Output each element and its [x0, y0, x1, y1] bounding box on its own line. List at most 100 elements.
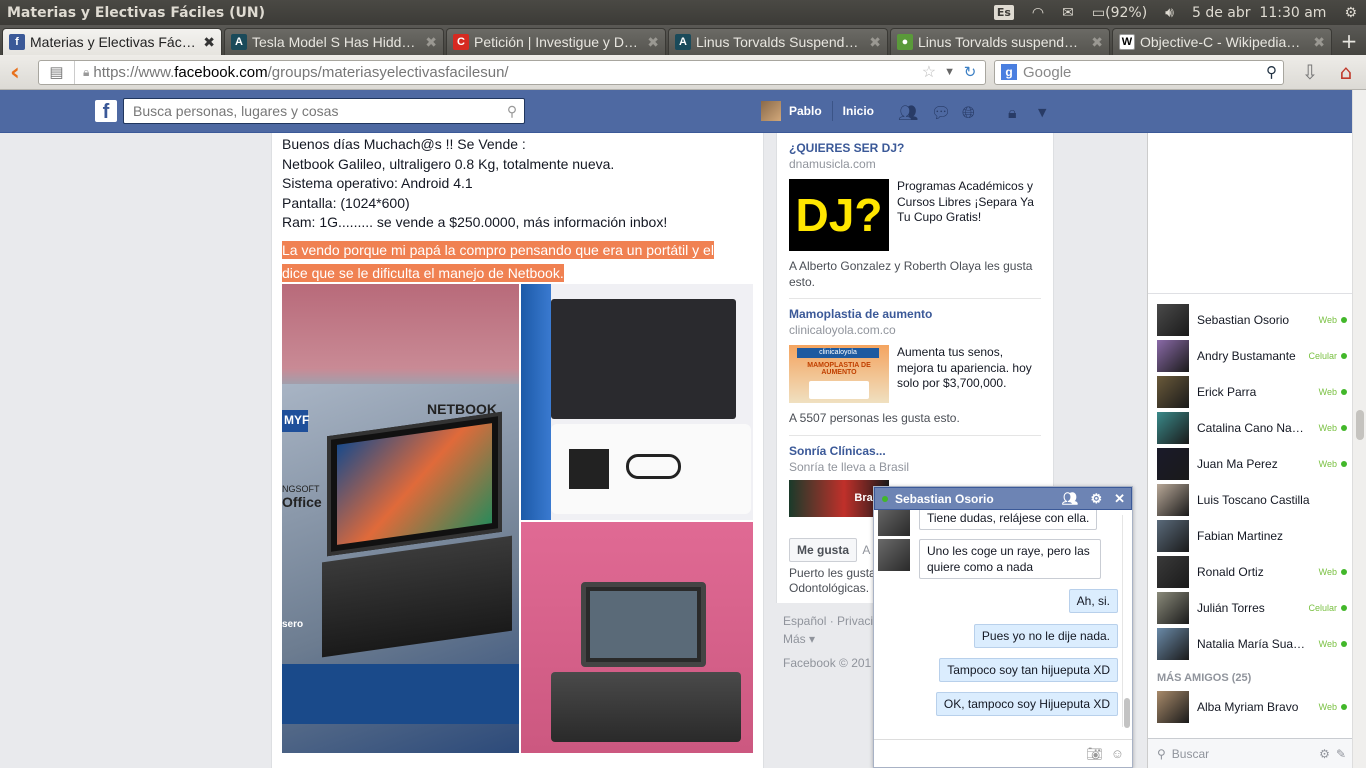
ad-image[interactable]: DJ? — [789, 179, 889, 251]
camera-icon[interactable]: 📷︎ — [1086, 746, 1103, 762]
close-icon[interactable]: ✕ — [1114, 491, 1125, 507]
avatar — [1157, 484, 1189, 516]
bookmark-star-icon[interactable]: ☆ — [922, 62, 936, 82]
friend-requests-icon[interactable]: 👥︎ — [898, 103, 918, 122]
footer-copyright: Facebook © 201 — [783, 656, 872, 670]
box-office-text: Office — [282, 494, 322, 510]
browser-tab[interactable]: A Linus Torvalds Suspend… ✖ — [668, 28, 888, 55]
friend-name: Julián Torres — [1197, 601, 1265, 615]
search-engine-box[interactable]: g Google ⚲ — [994, 59, 1284, 85]
profile-link[interactable]: Pablo — [789, 104, 822, 118]
friend-item[interactable]: Fabian Martinez — [1157, 520, 1347, 552]
friend-item[interactable]: Andry Bustamante Celular — [1157, 340, 1347, 372]
notifications-globe-icon[interactable]: 🌐︎ — [962, 103, 975, 123]
gear-icon[interactable]: ⚙ — [1090, 491, 1102, 507]
add-friend-icon[interactable]: 👥︎ — [1062, 491, 1079, 507]
friend-item[interactable]: Luis Toscano Castilla — [1157, 484, 1347, 516]
avatar[interactable] — [761, 101, 781, 121]
dropdown-arrow-icon[interactable]: ▼ — [944, 66, 955, 78]
search-icon[interactable]: ⚲ — [500, 103, 524, 120]
download-icon[interactable]: ⇩ — [1292, 60, 1328, 84]
google-icon[interactable]: g — [1001, 64, 1017, 80]
home-link[interactable]: Inicio — [843, 104, 874, 118]
friend-item[interactable]: Alba Myriam Bravo Web — [1157, 691, 1347, 723]
close-icon[interactable]: ✖ — [1313, 34, 1325, 51]
volume-icon[interactable]: 🔊︎ — [1165, 5, 1174, 21]
compose-icon[interactable]: ✎ — [1336, 747, 1346, 761]
friend-item[interactable]: Erick Parra Web — [1157, 376, 1347, 408]
sidebar-search[interactable]: ⚲ Buscar ⚙ ✎ — [1148, 738, 1352, 768]
scrollbar-thumb[interactable] — [1356, 410, 1364, 440]
privacy-icon[interactable]: 🔒︎ — [1008, 103, 1017, 123]
avatar — [1157, 376, 1189, 408]
friend-item[interactable]: Catalina Cano Na… Web — [1157, 412, 1347, 444]
online-indicator — [1341, 704, 1347, 710]
browser-tab[interactable]: C Petición | Investigue y D… ✖ — [446, 28, 666, 55]
wifi-icon[interactable]: ◠ — [1032, 5, 1044, 21]
footer-more[interactable]: Más ▾ — [783, 630, 883, 648]
home-icon[interactable]: ⌂ — [1328, 60, 1364, 84]
page-icon[interactable]: ▤ — [39, 60, 75, 84]
chat-header[interactable]: Sebastian Osorio 👥︎ ⚙ ✕ — [874, 487, 1132, 510]
like-button[interactable]: Me gusta — [789, 537, 858, 562]
ad-social-line: Odontológicas. — [789, 581, 870, 595]
browser-tab[interactable]: ● Linus Torvalds suspend… ✖ — [890, 28, 1110, 55]
scrollbar-thumb[interactable] — [1124, 698, 1130, 728]
cable — [626, 454, 681, 479]
facebook-logo-icon[interactable]: f — [95, 100, 117, 123]
post-line: Pantalla: (1024*600) — [282, 194, 410, 211]
chat-messages[interactable]: Tiene dudas, relájese con ella. Uno les … — [874, 510, 1122, 740]
post-photo-netbook[interactable] — [521, 522, 753, 753]
friend-item[interactable]: Juan Ma Perez Web — [1157, 448, 1347, 480]
browser-tab[interactable]: W Objective-C - Wikipedia… ✖ — [1112, 28, 1332, 55]
browser-tab[interactable]: f Materias y Electivas Fác… ✖ — [2, 28, 222, 55]
messages-icon[interactable]: 💬︎ — [931, 103, 951, 122]
sidebar-ticker — [1148, 133, 1352, 294]
chat-input[interactable]: 📷︎ ☺ — [874, 739, 1132, 767]
browser-tab[interactable]: A Tesla Model S Has Hidd… ✖ — [224, 28, 444, 55]
ad-image[interactable]: clinicaloyola MAMOPLASTIA DE AUMENTO — [789, 345, 889, 403]
new-tab-button[interactable]: + — [1338, 29, 1360, 53]
ad-title[interactable]: ¿QUIERES SER DJ? — [789, 141, 1041, 155]
url-bar[interactable]: ▤ 🔒︎ https://www.facebook.com/groups/mat… — [38, 59, 986, 85]
reload-icon[interactable]: ↻ — [959, 63, 981, 81]
settings-arrow-icon[interactable]: ▼ — [1038, 106, 1046, 119]
search-engine-placeholder: Google — [1023, 63, 1072, 81]
avatar — [1157, 628, 1189, 660]
mail-icon[interactable]: ✉ — [1062, 5, 1074, 21]
close-icon[interactable]: ✖ — [203, 34, 215, 51]
close-icon[interactable]: ✖ — [647, 34, 659, 51]
chat-scrollbar[interactable] — [1122, 515, 1131, 728]
ad-dj[interactable]: ¿QUIERES SER DJ? dnamusicla.com DJ? Prog… — [789, 141, 1041, 290]
ad-mamoplastia[interactable]: Mamoplastia de aumento clinicaloyola.com… — [789, 307, 1041, 427]
clock[interactable]: 5 de abr 11:30 am — [1192, 5, 1326, 21]
chat-message: Pues yo no le dije nada. — [973, 624, 1118, 648]
friend-item[interactable]: Julián Torres Celular — [1157, 592, 1347, 624]
emoticon-icon[interactable]: ☺ — [1111, 746, 1124, 761]
friend-item[interactable]: Sebastian Osorio Web — [1157, 304, 1347, 336]
ad-title[interactable]: Sonría Clínicas... — [789, 444, 1041, 458]
page-scrollbar[interactable] — [1352, 90, 1366, 768]
avatar[interactable] — [878, 539, 910, 571]
close-icon[interactable]: ✖ — [425, 34, 437, 51]
footer-links[interactable]: Español · Privaci — [783, 612, 883, 630]
close-icon[interactable]: ✖ — [869, 34, 881, 51]
friend-item[interactable]: Natalia María Sua… Web — [1157, 628, 1347, 660]
battery-indicator[interactable]: ▭(92%) — [1092, 5, 1147, 21]
more-friends-header: MÁS AMIGOS (25) — [1157, 672, 1252, 684]
back-button[interactable]: ‹ — [0, 58, 30, 86]
close-icon[interactable]: ✖ — [1091, 34, 1103, 51]
gear-icon[interactable]: ⚙ — [1344, 5, 1357, 21]
ad-title[interactable]: Mamoplastia de aumento — [789, 307, 1041, 321]
chat-contact-name[interactable]: Sebastian Osorio — [895, 492, 1056, 506]
keyboard-indicator[interactable]: Es — [993, 5, 1014, 20]
facebook-search-input[interactable]: Busca personas, lugares y cosas ⚲ — [123, 98, 525, 124]
friend-item[interactable]: Ronald Ortiz Web — [1157, 556, 1347, 588]
post-photo-open-box[interactable] — [521, 284, 753, 520]
search-icon[interactable]: ⚲ — [1266, 63, 1277, 81]
gear-icon[interactable]: ⚙ — [1319, 747, 1330, 761]
chat-message: Tiene dudas, relájese con ella. — [919, 510, 1098, 530]
divider — [831, 101, 833, 121]
post-photo-box[interactable]: MYF NETBOOK Ga NGSOFT Office sero — [282, 284, 519, 753]
avatar[interactable] — [878, 510, 910, 536]
